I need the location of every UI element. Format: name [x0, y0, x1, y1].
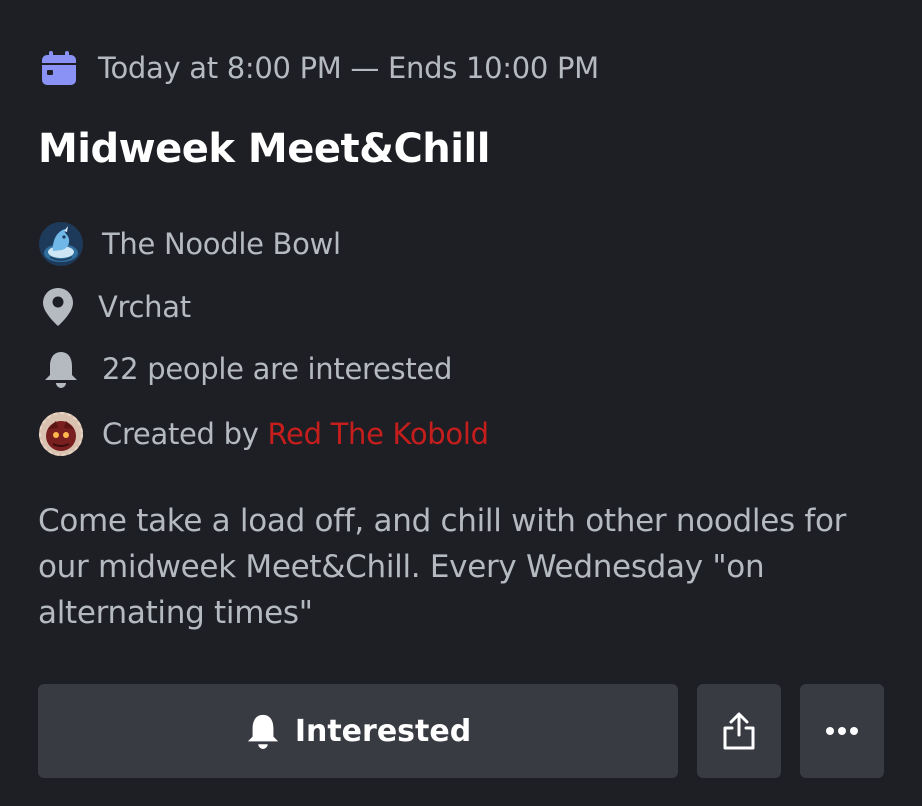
event-server-row[interactable]: The Noodle Bowl: [38, 220, 341, 268]
bell-icon: [245, 712, 281, 750]
bell-icon: [38, 346, 84, 392]
event-interested-row: 22 people are interested: [38, 345, 452, 393]
event-time: Today at 8:00 PM — Ends 10:00 PM: [98, 51, 599, 85]
created-by-label: Created by: [102, 417, 268, 451]
event-title: Midweek Meet&Chill: [38, 126, 490, 172]
share-icon: [720, 711, 758, 751]
creator-avatar-icon[interactable]: [38, 411, 84, 457]
event-location-row: Vrchat: [38, 283, 191, 331]
share-button[interactable]: [697, 684, 781, 778]
event-time-row: Today at 8:00 PM — Ends 10:00 PM: [40, 46, 599, 90]
event-server-name: The Noodle Bowl: [102, 227, 341, 261]
interested-button[interactable]: Interested: [38, 684, 678, 778]
event-creator-row: Created by Red The Kobold: [38, 410, 489, 458]
event-created-by: Created by Red The Kobold: [102, 417, 489, 451]
event-card: Today at 8:00 PM — Ends 10:00 PM Midweek…: [0, 0, 922, 806]
creator-name[interactable]: Red The Kobold: [267, 417, 489, 451]
event-interested-count: 22 people are interested: [102, 352, 453, 386]
event-location: Vrchat: [98, 290, 191, 324]
more-options-icon: [825, 726, 859, 736]
more-options-button[interactable]: [800, 684, 884, 778]
location-pin-icon: [38, 284, 78, 330]
interested-button-label: Interested: [294, 713, 472, 749]
event-description: Come take a load off, and chill with oth…: [38, 503, 847, 631]
calendar-icon: [40, 49, 78, 87]
server-avatar-icon: [38, 221, 84, 267]
